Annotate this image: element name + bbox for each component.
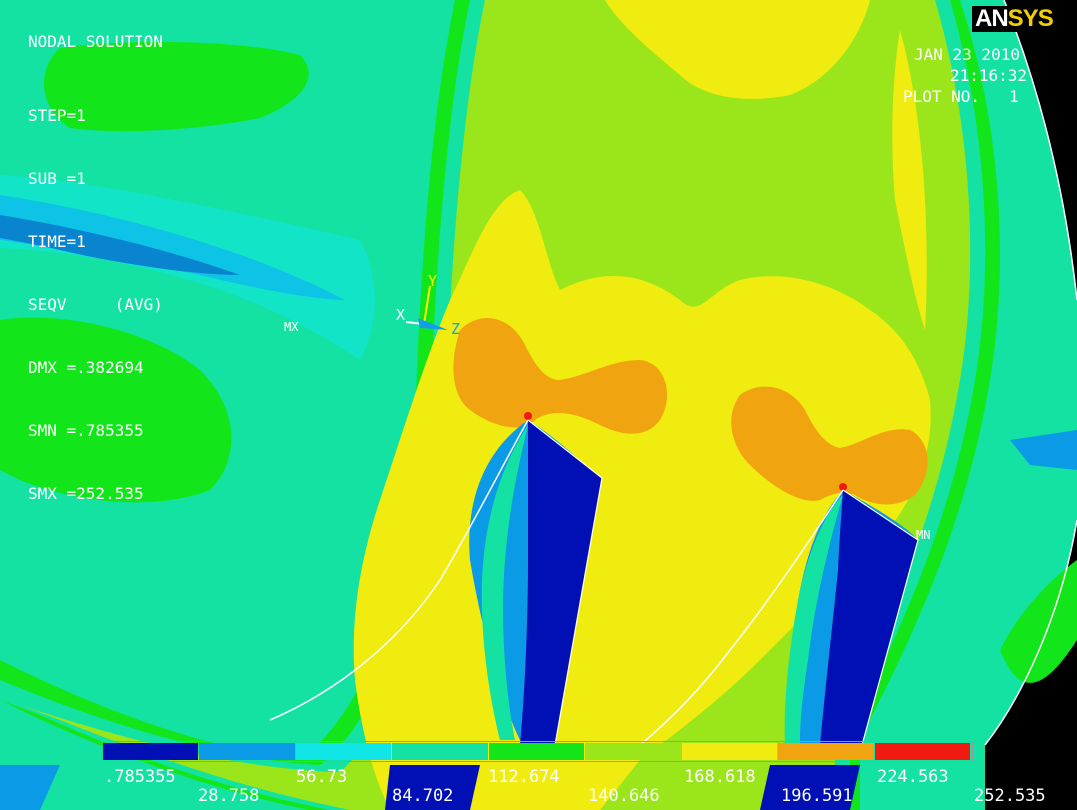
legend-label-6: 168.618 xyxy=(684,767,756,787)
legend-frame xyxy=(101,741,973,762)
info-dmx: DMX =.382694 xyxy=(28,358,144,377)
legend-label-0: .785355 xyxy=(104,767,176,787)
logo-an: AN xyxy=(975,5,1009,32)
plot-date: JAN 23 2010 xyxy=(914,45,1020,64)
info-sub: SUB =1 xyxy=(28,169,86,188)
triad-z-label: Z xyxy=(451,320,461,338)
info-result: SEQV (AVG) xyxy=(28,295,163,314)
legend-label-2: 56.73 xyxy=(296,767,348,787)
solution-info-block: STEP=1 SUB =1 TIME=1 SEQV (AVG) DMX =.38… xyxy=(28,63,163,546)
solution-title: NODAL SOLUTION xyxy=(28,32,163,51)
info-time: TIME=1 xyxy=(28,232,86,251)
legend-label-9: 252.535 xyxy=(974,786,1046,806)
legend-label-8: 224.563 xyxy=(877,767,949,787)
triad-y-label: Y xyxy=(428,272,438,290)
legend-label-4: 112.674 xyxy=(488,767,560,787)
info-smx: SMX =252.535 xyxy=(28,484,144,503)
crack-tip-left-red xyxy=(524,412,532,420)
ansys-graphics-window[interactable]: NODAL SOLUTION STEP=1 SUB =1 TIME=1 SEQV… xyxy=(0,0,1077,810)
logo-sys: SYS xyxy=(1007,5,1054,32)
triad-x-label: X xyxy=(396,306,406,324)
legend-label-1: 28.758 xyxy=(198,786,260,806)
min-marker: MN xyxy=(916,528,931,542)
info-smn: SMN =.785355 xyxy=(28,421,144,440)
plot-number: PLOT NO. 1 xyxy=(903,87,1019,106)
legend-label-5: 140.646 xyxy=(588,786,660,806)
legend-label-7: 196.591 xyxy=(781,786,853,806)
ansys-logo: ANSYS xyxy=(972,6,1069,32)
info-step: STEP=1 xyxy=(28,106,86,125)
plot-time: 21:16:32 xyxy=(950,66,1028,85)
legend-label-3: 84.702 xyxy=(392,786,454,806)
max-marker: MX xyxy=(284,320,299,334)
crack-tip-right-red xyxy=(839,483,847,491)
